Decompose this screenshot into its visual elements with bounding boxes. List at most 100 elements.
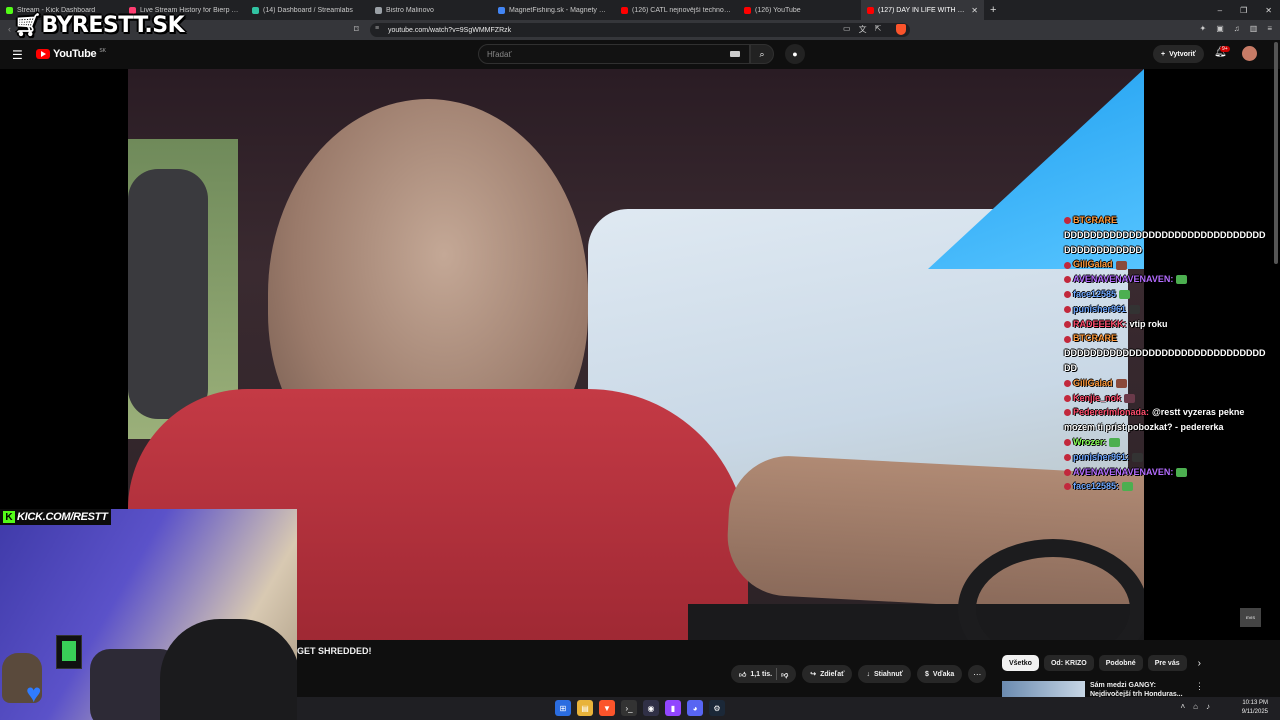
chat-text: DDDDDDDDDDDDDDDDDDDDDDDDDDDDDDD DDDDDDDD… [1064,229,1266,255]
search-input[interactable]: Hľadať [478,44,750,64]
avatar[interactable] [1242,46,1257,61]
system-clock[interactable]: 10:13 PM 9/11/2025 [1242,699,1268,717]
twitch-icon[interactable]: ▮ [665,700,681,716]
chat-emote-icon [1129,304,1141,314]
browser-tab[interactable]: (127) DAY IN LIFE WITH KRIZ ✕ [861,0,984,20]
youtube-header: ☰ YouTube SK Hľadať ⌕ ● + Vytvoriť 🔔︎ 9+ [0,40,1280,69]
download-button[interactable]: ↓ Stiahnuť [858,665,911,683]
site-info-icon[interactable]: ≡ [375,25,379,32]
bookmark-icon[interactable]: ⌑ [354,24,359,35]
chat-username: AVENAVENAVENAVEN: [1073,274,1174,285]
discord-icon[interactable]: ◕ [687,700,703,716]
tab-favicon-icon [375,6,382,14]
brand-text: BYRESTT.SK [41,13,185,38]
chat-badge-icon [1064,483,1071,491]
channel-watermark[interactable]: EVIS [1240,608,1261,627]
chat-emote-icon [1132,452,1144,462]
brave-browser-icon[interactable]: ▼ [599,700,615,716]
plus-icon: + [1161,50,1166,58]
tab-label: (126) YouTube [755,6,801,14]
terminal-icon[interactable]: ›_ [621,700,637,716]
share-icon[interactable]: ⇱ [875,24,882,35]
chat-username: GillGalad [1073,377,1113,388]
kick-channel-text: KICK.COM/RESTT [17,511,108,523]
extensions-icon[interactable]: ✦ [1200,24,1207,33]
wallet-icon[interactable]: ▣ [1216,24,1224,33]
chat-message: AVENAVENAVENAVEN: [1064,465,1276,480]
url-field[interactable]: ≡ youtube.com/watch?v=9SgWMMFZRzk [370,23,910,37]
volume-icon[interactable]: ♪ [1206,702,1210,711]
chat-message: punisher961: [1064,450,1276,465]
chat-badge-icon [1064,453,1071,461]
chat-message: GillGalad [1064,376,1276,391]
chat-message: Pedererimlonada: @restt vyzeras pekne moz… [1064,405,1276,435]
filter-chip[interactable]: Od: KRIZO [1043,655,1094,671]
browser-tab[interactable]: (126) YouTube [738,0,861,20]
browser-tab[interactable]: MagnetFishing.sk - Magnety a lanа́ [492,0,615,20]
thanks-button[interactable]: $ Vďaka [916,665,963,683]
hamburger-icon[interactable]: ☰ [12,48,23,62]
chat-emote-icon [1109,438,1121,448]
maximize-button[interactable]: ❐ [1240,6,1247,15]
chat-badge-icon [1064,276,1071,284]
more-icon: ⋯ [973,669,982,679]
back-icon[interactable]: ‹ [8,24,11,34]
heart-icon: ♥ [26,678,42,708]
keyboard-icon[interactable] [730,51,740,57]
chat-message: Wrozer: [1064,435,1276,450]
chat-emote-icon [1115,260,1127,270]
create-button[interactable]: + Vytvoriť [1153,45,1204,63]
chat-text: DDDDDDDDDDDDDDDDDDDDDDDDDDDDDDD DD [1064,348,1266,373]
thumbs-down-icon[interactable]: 👎︎ [781,670,788,679]
filter-chip[interactable]: Podobné [1098,655,1143,671]
steam-icon[interactable]: ⚙ [709,700,725,716]
chat-message: DDDDDDDDDDDDDDDDDDDDDDDDDDDDDDD DD [1064,346,1276,376]
thumbs-up-icon[interactable]: 👍︎ [739,670,746,679]
tab-close-icon[interactable]: ✕ [971,6,978,15]
thanks-label: Vďaka [932,670,955,678]
tray-chevron-icon[interactable]: ˄ [1180,702,1185,711]
brand-overlay: 🛒︎BYRESTT.SK [14,13,185,38]
browser-tab[interactable]: (126) CATL nejnovější technologie h [615,0,738,20]
tab-favicon-icon [744,6,751,14]
youtube-play-icon [36,49,50,59]
recommendation-chips: Všetko Od: KRIZO Podobné Pre vás › [1002,655,1201,671]
sidebar-icon[interactable]: ▥ [1250,24,1258,33]
filter-chip[interactable]: Všetko [1002,655,1039,671]
tab-label: (14) Dashboard / Streamlabs [263,6,353,14]
minimize-button[interactable]: – [1218,6,1222,15]
file-explorer-icon[interactable]: ▤ [577,700,593,716]
like-count[interactable]: 1,1 tis. [750,671,772,678]
browser-tab[interactable]: Bistro Malinovo [369,0,492,20]
recommendation-menu-icon[interactable]: ⋮ [1195,681,1204,692]
search-button[interactable]: ⌕ [750,44,774,64]
start-menu-icon[interactable]: ⊞ [555,700,571,716]
menu-icon[interactable]: ≡ [1267,24,1272,33]
filter-chip[interactable]: Pre vás [1147,655,1187,671]
chat-badge-icon [1064,261,1071,269]
chat-emote-icon [1119,290,1131,300]
tab-favicon-icon [498,6,505,14]
browser-tab[interactable]: (14) Dashboard / Streamlabs [246,0,369,20]
obs-icon[interactable]: ◉ [643,700,659,716]
chat-message: RADEEEKK: vtip roku [1064,317,1276,332]
chat-badge-icon [1064,468,1071,476]
share-button[interactable]: ↪ Zdieľať [802,665,853,683]
close-window-button[interactable]: ✕ [1265,6,1272,15]
new-tab-button[interactable]: + [990,4,996,16]
chat-emote-icon [1115,378,1127,388]
youtube-logo[interactable]: YouTube SK [36,48,106,60]
chat-badge-icon [1064,291,1071,299]
media-icon[interactable]: ♫ [1234,24,1240,33]
network-icon[interactable]: ⌂ [1193,702,1198,711]
brave-shield-icon[interactable] [896,24,906,35]
url-text: youtube.com/watch?v=9SgWMMFZRzk [388,26,512,34]
youtube-wordmark: YouTube [53,48,97,60]
cast-icon[interactable]: ▭ [843,24,851,35]
more-actions-button[interactable]: ⋯ [968,665,987,683]
chevron-right-icon[interactable]: › [1198,658,1201,669]
clock-date: 9/11/2025 [1241,709,1268,715]
voice-search-button[interactable]: ● [785,44,805,64]
chat-message: punisher961 [1064,302,1276,317]
translate-icon[interactable]: 文 [859,24,867,35]
